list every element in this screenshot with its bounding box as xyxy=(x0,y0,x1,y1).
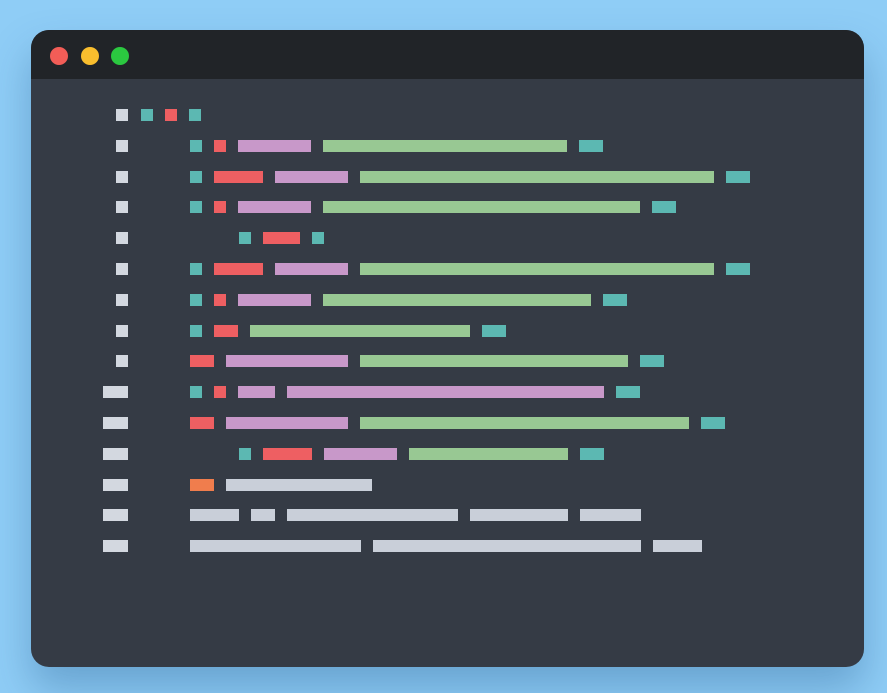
code-token xyxy=(214,139,226,152)
code-token xyxy=(226,478,372,491)
code-token xyxy=(141,109,153,121)
code-token xyxy=(238,293,311,306)
code-token xyxy=(214,201,226,214)
code-token xyxy=(190,386,202,399)
gutter-marker xyxy=(116,355,128,368)
code-token xyxy=(275,170,348,183)
gutter-marker xyxy=(116,263,128,275)
code-token xyxy=(640,355,664,368)
code-token xyxy=(360,263,714,275)
editor-window xyxy=(31,30,864,667)
code-token xyxy=(652,201,676,214)
gutter-marker xyxy=(103,386,128,399)
code-token xyxy=(360,170,714,183)
code-token xyxy=(470,509,568,522)
code-token xyxy=(226,417,348,429)
code-token xyxy=(287,386,604,399)
code-token xyxy=(263,447,312,460)
code-area xyxy=(31,79,864,667)
code-token xyxy=(251,509,275,522)
code-token xyxy=(373,540,641,553)
code-token xyxy=(190,478,214,491)
code-token xyxy=(238,201,311,214)
code-token xyxy=(190,263,202,275)
close-button[interactable] xyxy=(50,47,68,65)
code-token xyxy=(239,447,251,460)
minimize-button[interactable] xyxy=(81,47,99,65)
gutter-marker xyxy=(103,509,128,522)
code-token xyxy=(250,324,470,337)
gutter-marker xyxy=(103,478,128,491)
code-token xyxy=(616,386,640,399)
code-token xyxy=(579,139,603,152)
gutter-marker xyxy=(103,417,128,429)
gutter-marker xyxy=(103,447,128,460)
code-token xyxy=(190,355,214,368)
code-token xyxy=(482,324,506,337)
code-token xyxy=(190,540,361,553)
gutter-marker xyxy=(116,324,128,337)
code-token xyxy=(165,109,177,121)
code-token xyxy=(214,263,263,275)
code-token xyxy=(323,139,567,152)
code-token xyxy=(190,417,214,429)
code-token xyxy=(726,263,750,275)
code-token xyxy=(238,139,311,152)
gutter-marker xyxy=(116,201,128,214)
code-token xyxy=(190,324,202,337)
code-token xyxy=(190,170,202,183)
code-token xyxy=(190,139,202,152)
code-token xyxy=(263,232,300,245)
code-token xyxy=(323,201,640,214)
code-token xyxy=(190,509,239,522)
gutter-marker xyxy=(116,139,128,152)
code-token xyxy=(214,293,226,306)
gutter-marker xyxy=(116,232,128,245)
gutter-marker xyxy=(116,109,128,121)
code-token xyxy=(312,232,324,245)
code-token xyxy=(653,540,702,553)
code-token xyxy=(580,447,604,460)
gutter-marker xyxy=(103,540,128,553)
code-token xyxy=(190,293,202,306)
code-token xyxy=(226,355,348,368)
code-token xyxy=(189,109,201,121)
code-token xyxy=(190,201,202,214)
code-token xyxy=(580,509,641,522)
code-token xyxy=(360,355,628,368)
maximize-button[interactable] xyxy=(111,47,129,65)
code-token xyxy=(287,509,458,522)
code-token xyxy=(323,293,591,306)
code-token xyxy=(603,293,627,306)
code-token xyxy=(324,447,397,460)
code-token xyxy=(214,324,238,337)
code-token xyxy=(214,170,263,183)
code-token xyxy=(214,386,226,399)
code-token xyxy=(239,232,251,245)
code-token xyxy=(726,170,750,183)
gutter-marker xyxy=(116,170,128,183)
title-bar xyxy=(31,30,864,79)
code-token xyxy=(360,417,689,429)
gutter-marker xyxy=(116,293,128,306)
code-token xyxy=(409,447,568,460)
code-token xyxy=(275,263,348,275)
code-token xyxy=(701,417,725,429)
code-token xyxy=(238,386,275,399)
